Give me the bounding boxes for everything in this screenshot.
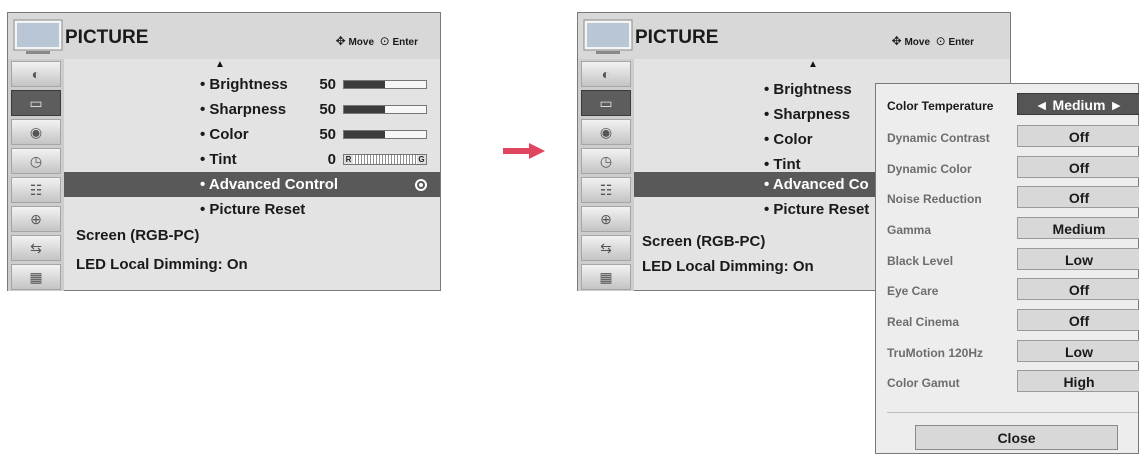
- menu-item-brightness[interactable]: • Brightness: [200, 72, 288, 97]
- scroll-up-arrow-icon[interactable]: ▲: [215, 59, 225, 70]
- divider: [887, 412, 1138, 413]
- color-value: 50: [319, 126, 336, 143]
- input-icon[interactable]: ⇆: [11, 235, 61, 261]
- menu-item-tint[interactable]: • Tint: [200, 147, 237, 172]
- tint-green-label: G: [417, 155, 426, 164]
- menu-item-brightness[interactable]: • Brightness: [764, 77, 852, 102]
- popup-label-real-cinema: Real Cinema: [887, 315, 960, 329]
- right-arrow-icon: [503, 143, 545, 159]
- scroll-up-arrow-icon[interactable]: ▲: [808, 59, 818, 70]
- menu-item-picture-reset[interactable]: • Picture Reset: [764, 197, 869, 222]
- color-temperature-selector[interactable]: ◄ Medium ►: [1017, 93, 1139, 115]
- nav-hint: ✥ Move ⊙ Enter: [892, 34, 974, 48]
- tint-red-label: R: [344, 155, 353, 164]
- category-sidebar: ◐ ▭ ◉ ◷ ☷ ⊕ ⇆ ▦: [578, 59, 634, 291]
- noise-reduction-value[interactable]: Off: [1017, 186, 1139, 208]
- menu-header: PICTURE ✥ Move ⊙ Enter: [8, 13, 440, 59]
- popup-label-dynamic-contrast: Dynamic Contrast: [887, 131, 990, 145]
- menu-item-screen[interactable]: Screen (RGB-PC): [642, 229, 765, 254]
- tint-bar[interactable]: R G: [343, 154, 427, 165]
- input-icon[interactable]: ⇆: [581, 235, 631, 261]
- sharpness-bar[interactable]: [343, 105, 427, 114]
- lock-icon[interactable]: ⊕: [11, 206, 61, 232]
- tv-icon: [13, 19, 63, 54]
- enter-icon: ⊙: [935, 34, 946, 48]
- audio-icon[interactable]: ◉: [11, 119, 61, 145]
- popup-label-noise-reduction: Noise Reduction: [887, 192, 982, 206]
- color-bar[interactable]: [343, 130, 427, 139]
- right-arrow-icon[interactable]: ►: [1109, 97, 1123, 113]
- menu-item-color[interactable]: • Color: [764, 127, 813, 152]
- popup-label-color-temperature: Color Temperature: [887, 99, 994, 113]
- menu-header: PICTURE ✥ Move ⊙ Enter: [578, 13, 1010, 59]
- enter-icon: ⊙: [379, 34, 390, 48]
- menu-item-advanced-control[interactable]: • Advanced Co: [764, 172, 869, 197]
- popup-label-color-gamut: Color Gamut: [887, 376, 960, 390]
- menu-item-led-local-dimming[interactable]: LED Local Dimming: On: [642, 254, 814, 279]
- option-icon[interactable]: ☷: [11, 177, 61, 203]
- menu-item-led-local-dimming[interactable]: LED Local Dimming: On: [76, 252, 248, 277]
- popup-label-black-level: Black Level: [887, 254, 954, 268]
- page-title: PICTURE: [65, 27, 149, 48]
- left-arrow-icon[interactable]: ◄: [1035, 97, 1049, 113]
- clock-icon[interactable]: ◷: [11, 148, 61, 174]
- screen-icon[interactable]: ▭: [581, 90, 631, 116]
- picture-icon[interactable]: ◐: [11, 61, 61, 87]
- enter-label: Enter: [948, 37, 974, 48]
- menu-item-color[interactable]: • Color: [200, 122, 249, 147]
- usb-icon[interactable]: ▦: [581, 264, 631, 290]
- popup-label-dynamic-color: Dynamic Color: [887, 162, 972, 176]
- menu-item-picture-reset[interactable]: • Picture Reset: [200, 197, 305, 222]
- menu-item-sharpness[interactable]: • Sharpness: [200, 97, 286, 122]
- move-icon: ✥: [891, 34, 902, 48]
- black-level-value[interactable]: Low: [1017, 248, 1139, 270]
- sharpness-value: 50: [319, 101, 336, 118]
- menu-item-sharpness[interactable]: • Sharpness: [764, 102, 850, 127]
- screen-icon[interactable]: ▭: [11, 90, 61, 116]
- menu-item-screen[interactable]: Screen (RGB-PC): [76, 223, 199, 248]
- dynamic-contrast-value[interactable]: Off: [1017, 125, 1139, 147]
- brightness-value: 50: [319, 76, 336, 93]
- popup-label-trumotion: TruMotion 120Hz: [887, 346, 984, 360]
- advanced-control-popup: Color Temperature ◄ Medium ► Dynamic Con…: [875, 83, 1139, 454]
- eye-care-value[interactable]: Off: [1017, 278, 1139, 300]
- lock-icon[interactable]: ⊕: [581, 206, 631, 232]
- option-icon[interactable]: ☷: [581, 177, 631, 203]
- page-title: PICTURE: [635, 27, 719, 48]
- category-sidebar: ◐ ▭ ◉ ◷ ☷ ⊕ ⇆ ▦: [8, 59, 64, 291]
- popup-label-eye-care: Eye Care: [887, 284, 939, 298]
- clock-icon[interactable]: ◷: [581, 148, 631, 174]
- menu-item-advanced-control[interactable]: • Advanced Control: [200, 172, 338, 197]
- popup-label-gamma: Gamma: [887, 223, 932, 237]
- picture-icon[interactable]: ◐: [581, 61, 631, 87]
- close-button[interactable]: Close: [915, 425, 1118, 450]
- brightness-bar[interactable]: [343, 80, 427, 89]
- real-cinema-value[interactable]: Off: [1017, 309, 1139, 331]
- usb-icon[interactable]: ▦: [11, 264, 61, 290]
- move-label: Move: [904, 37, 931, 48]
- move-icon: ✥: [335, 34, 346, 48]
- trumotion-value[interactable]: Low: [1017, 340, 1139, 362]
- audio-icon[interactable]: ◉: [581, 119, 631, 145]
- tint-value: 0: [327, 151, 336, 168]
- gamma-value[interactable]: Medium: [1017, 217, 1139, 239]
- move-label: Move: [348, 37, 375, 48]
- enter-label: Enter: [392, 37, 418, 48]
- picture-menu-panel: PICTURE ✥ Move ⊙ Enter ◐ ▭ ◉ ◷ ☷ ⊕ ⇆ ▦ ▲…: [7, 12, 441, 291]
- color-temperature-value: Medium: [1052, 97, 1106, 113]
- nav-hint: ✥ Move ⊙ Enter: [336, 34, 418, 48]
- tv-icon: [583, 19, 633, 54]
- enter-radio-icon: [415, 179, 427, 191]
- dynamic-color-value[interactable]: Off: [1017, 156, 1139, 178]
- color-gamut-value[interactable]: High: [1017, 370, 1139, 392]
